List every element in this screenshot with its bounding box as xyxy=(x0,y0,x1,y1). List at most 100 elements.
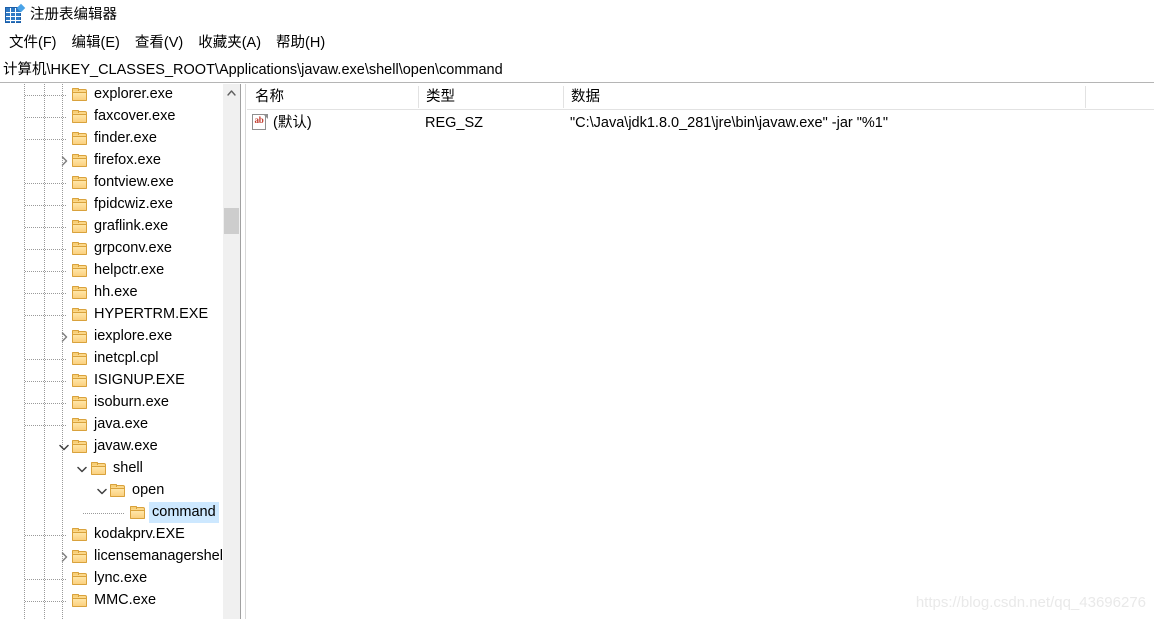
chevron-down-icon[interactable] xyxy=(94,480,110,502)
registry-tree[interactable]: explorer.exe faxcover.exe finder.exe firefo… xyxy=(0,84,240,619)
chevron-right-icon[interactable] xyxy=(56,150,72,172)
tree-item-mmc-exe[interactable]: MMC.exe xyxy=(0,590,240,612)
folder-icon xyxy=(72,440,88,454)
folder-icon xyxy=(72,132,88,146)
tree-guide-stub xyxy=(25,205,67,206)
folder-icon xyxy=(72,418,88,432)
column-header-type[interactable]: 类型 xyxy=(418,84,563,110)
address-bar[interactable]: 计算机\HKEY_CLASSES_ROOT\Applications\javaw… xyxy=(0,57,1154,83)
folder-icon xyxy=(91,462,107,476)
tree-item-licensemanagershel[interactable]: licensemanagershel xyxy=(0,546,240,568)
chevron-right-icon[interactable] xyxy=(56,326,72,348)
tree-item-open[interactable]: open xyxy=(0,480,240,502)
tree-guide-stub xyxy=(25,535,67,536)
tree-guide-stub xyxy=(25,183,67,184)
folder-icon xyxy=(72,220,88,234)
folder-icon xyxy=(72,198,88,212)
tree-guide-stub xyxy=(25,579,67,580)
tree-scrollbar-thumb[interactable] xyxy=(224,208,239,234)
tree-item-label: ISIGNUP.EXE xyxy=(94,372,185,388)
tree-item-label: MMC.exe xyxy=(94,592,157,608)
column-header-data[interactable]: 数据 xyxy=(563,84,1085,110)
tree-item-label: javaw.exe xyxy=(94,438,158,454)
menu-view[interactable]: 查看(V) xyxy=(128,32,191,55)
folder-icon xyxy=(72,330,88,344)
window-title: 注册表编辑器 xyxy=(30,7,117,23)
tree-item-explorer-exe[interactable]: explorer.exe xyxy=(0,84,240,106)
tree-item-javaw-exe[interactable]: javaw.exe xyxy=(0,436,240,458)
tree-item-grpconv-exe[interactable]: grpconv.exe xyxy=(0,238,240,260)
tree-item-shell[interactable]: shell xyxy=(0,458,240,480)
table-row[interactable]: ab (默认) REG_SZ "C:\Java\jdk1.8.0_281\jre… xyxy=(247,110,1154,136)
tree-item-fpidcwiz-exe[interactable]: fpidcwiz.exe xyxy=(0,194,240,216)
folder-icon xyxy=(72,242,88,256)
scroll-up-arrow-icon[interactable] xyxy=(223,84,240,101)
tree-item-java-exe[interactable]: java.exe xyxy=(0,414,240,436)
tree-item-finder-exe[interactable]: finder.exe xyxy=(0,128,240,150)
tree-item-hh-exe[interactable]: hh.exe xyxy=(0,282,240,304)
tree-item-firefox-exe[interactable]: firefox.exe xyxy=(0,150,240,172)
tree-guide-stub xyxy=(25,425,67,426)
tree-item-helpctr-exe[interactable]: helpctr.exe xyxy=(0,260,240,282)
value-data: "C:\Java\jdk1.8.0_281\jre\bin\javaw.exe"… xyxy=(570,115,889,131)
folder-icon xyxy=(110,484,126,498)
tree-item-label: command xyxy=(149,502,219,523)
tree-item-label: hh.exe xyxy=(94,284,138,300)
tree-item-label: kodakprv.EXE xyxy=(94,526,185,542)
folder-icon xyxy=(72,110,88,124)
tree-item-label: HYPERTRM.EXE xyxy=(94,306,209,322)
tree-item-label: lync.exe xyxy=(94,570,148,586)
chevron-right-icon[interactable] xyxy=(56,546,72,568)
tree-item-fontview-exe[interactable]: fontview.exe xyxy=(0,172,240,194)
folder-icon xyxy=(72,528,88,542)
tree-item-inetcpl-cpl[interactable]: inetcpl.cpl xyxy=(0,348,240,370)
tree-item-label: fpidcwiz.exe xyxy=(94,196,173,212)
tree-item-graflink-exe[interactable]: graflink.exe xyxy=(0,216,240,238)
column-header-name[interactable]: 名称 xyxy=(247,84,418,110)
tree-item-faxcover-exe[interactable]: faxcover.exe xyxy=(0,106,240,128)
tree-item-label: grpconv.exe xyxy=(94,240,172,256)
value-name: (默认) xyxy=(273,115,312,131)
tree-item-kodakprv-exe[interactable]: kodakprv.EXE xyxy=(0,524,240,546)
menu-favorites[interactable]: 收藏夹(A) xyxy=(191,32,269,55)
pane-splitter[interactable] xyxy=(240,84,246,619)
folder-icon xyxy=(72,550,88,564)
menu-bar: 文件(F) 编辑(E) 查看(V) 收藏夹(A) 帮助(H) xyxy=(0,31,1154,56)
list-column-header: 名称 类型 数据 xyxy=(247,84,1154,110)
menu-file[interactable]: 文件(F) xyxy=(2,32,65,55)
tree-item-iexplore-exe[interactable]: iexplore.exe xyxy=(0,326,240,348)
tree-guide-stub xyxy=(25,95,67,96)
folder-icon xyxy=(72,176,88,190)
tree-guide-stub xyxy=(25,293,67,294)
tree-guide-stub xyxy=(25,601,67,602)
tree-guide-stub xyxy=(25,249,67,250)
tree-vertical-scrollbar[interactable] xyxy=(223,84,240,619)
folder-icon xyxy=(72,154,88,168)
folder-icon xyxy=(72,264,88,278)
chevron-down-icon[interactable] xyxy=(56,436,72,458)
tree-item-isignup-exe[interactable]: ISIGNUP.EXE xyxy=(0,370,240,392)
chevron-down-icon[interactable] xyxy=(74,458,90,480)
tree-item-label: graflink.exe xyxy=(94,218,169,234)
tree-item-command[interactable]: command xyxy=(0,502,240,524)
folder-icon xyxy=(72,594,88,608)
tree-item-label: licensemanagershel xyxy=(94,548,223,564)
tree-item-label: faxcover.exe xyxy=(94,108,176,124)
registry-editor-window: 注册表编辑器 文件(F) 编辑(E) 查看(V) 收藏夹(A) 帮助(H) 计算… xyxy=(0,0,1154,619)
folder-icon xyxy=(72,88,88,102)
tree-guide-stub xyxy=(83,513,125,514)
menu-edit[interactable]: 编辑(E) xyxy=(65,32,128,55)
folder-icon xyxy=(72,308,88,322)
tree-guide-stub xyxy=(25,359,67,360)
tree-item-label: fontview.exe xyxy=(94,174,174,190)
tree-item-isoburn-exe[interactable]: isoburn.exe xyxy=(0,392,240,414)
tree-guide-stub xyxy=(25,117,67,118)
registry-editor-icon xyxy=(5,3,26,24)
folder-icon xyxy=(130,506,146,520)
tree-item-label: shell xyxy=(113,460,143,476)
title-bar: 注册表编辑器 xyxy=(0,0,1154,30)
registry-values-pane: 名称 类型 数据 ab (默认) REG_SZ "C:\Java\jdk1.8.… xyxy=(247,84,1154,619)
tree-item-lync-exe[interactable]: lync.exe xyxy=(0,568,240,590)
tree-item-hypertrm-exe[interactable]: HYPERTRM.EXE xyxy=(0,304,240,326)
menu-help[interactable]: 帮助(H) xyxy=(269,32,333,55)
